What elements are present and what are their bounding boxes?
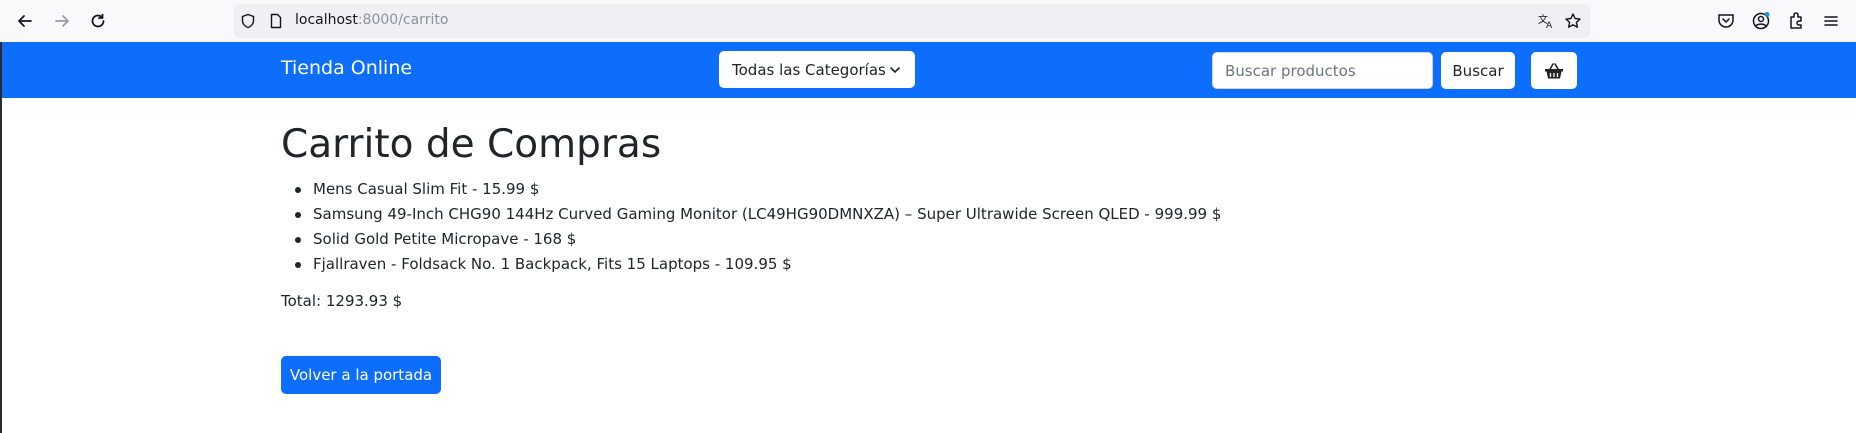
basket-icon xyxy=(1545,62,1563,78)
browser-toolbar: localhost:8000/carrito 文A xyxy=(0,0,1856,42)
reload-icon[interactable] xyxy=(86,9,110,33)
page-title: Carrito de Compras xyxy=(281,122,662,167)
category-dropdown-label: Todas las Categorías xyxy=(732,60,886,79)
account-icon[interactable] xyxy=(1751,11,1771,31)
cart-item: Mens Casual Slim Fit - 15.99 $ xyxy=(294,177,1221,202)
cart-item-list: Mens Casual Slim Fit - 15.99 $ Samsung 4… xyxy=(294,177,1221,277)
cart-item: Fjallraven - Foldsack No. 1 Backpack, Fi… xyxy=(294,252,1221,277)
category-dropdown[interactable]: Todas las Categorías xyxy=(719,51,915,88)
url-path: :8000/carrito xyxy=(357,12,449,28)
translate-icon[interactable]: 文A xyxy=(1537,12,1555,30)
site-navbar: Tienda Online Todas las Categorías Busca… xyxy=(0,42,1856,98)
extensions-icon[interactable] xyxy=(1786,11,1806,31)
pocket-icon[interactable] xyxy=(1716,11,1736,31)
shield-icon[interactable] xyxy=(240,13,256,29)
forward-arrow-icon[interactable] xyxy=(50,9,74,33)
url-text[interactable]: localhost:8000/carrito xyxy=(295,12,448,28)
menu-hamburger-icon[interactable] xyxy=(1821,11,1841,31)
back-arrow-icon[interactable] xyxy=(13,9,37,33)
window-edge xyxy=(0,42,2,433)
brand-link[interactable]: Tienda Online xyxy=(281,57,412,79)
svg-text:A: A xyxy=(1546,21,1553,30)
search-button[interactable]: Buscar xyxy=(1441,52,1515,89)
cart-total: Total: 1293.93 $ xyxy=(281,292,403,310)
cart-item: Samsung 49-Inch CHG90 144Hz Curved Gamin… xyxy=(294,202,1221,227)
address-bar[interactable]: localhost:8000/carrito 文A xyxy=(234,4,1590,38)
chevron-down-icon xyxy=(890,67,900,73)
url-host: localhost xyxy=(295,12,358,28)
cart-button[interactable] xyxy=(1531,52,1577,89)
back-to-home-button[interactable]: Volver a la portada xyxy=(281,356,441,394)
page-icon xyxy=(270,13,282,29)
search-input[interactable] xyxy=(1212,52,1433,89)
bookmark-star-icon[interactable] xyxy=(1564,12,1582,30)
cart-item: Solid Gold Petite Micropave - 168 $ xyxy=(294,227,1221,252)
